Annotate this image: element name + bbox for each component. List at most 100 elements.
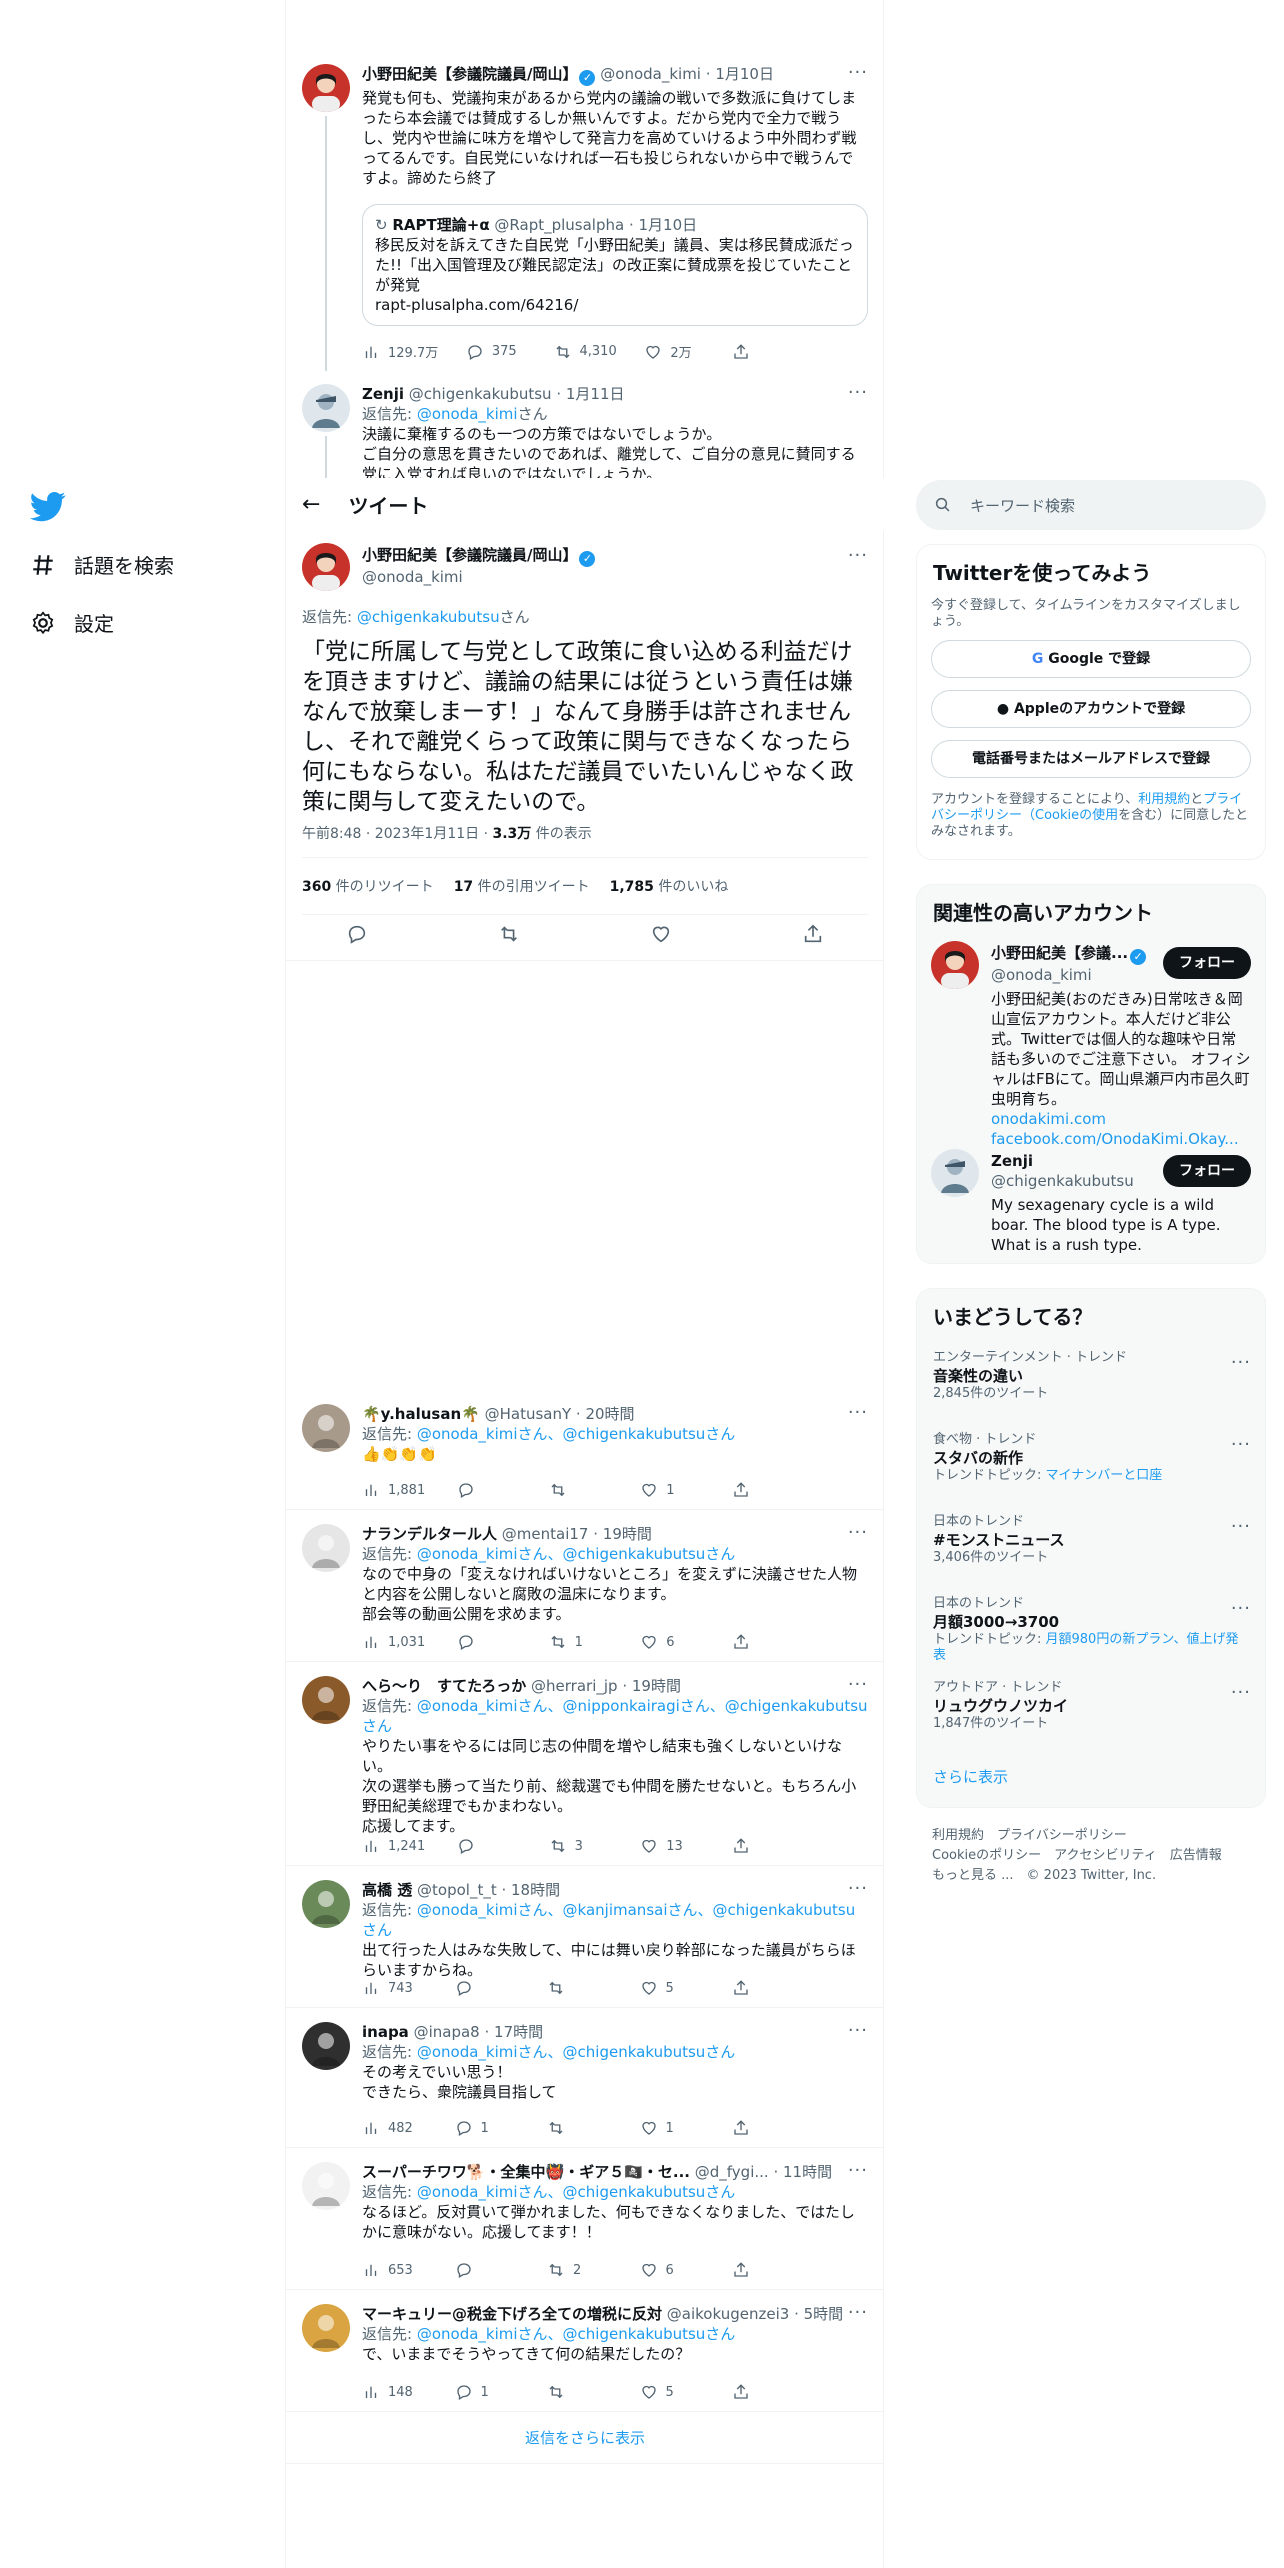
heart-icon[interactable] [650, 923, 672, 945]
more-options-icon[interactable]: ··· [848, 382, 868, 403]
reply-to-mentions[interactable]: @onoda_kimiさん、@kanjimansaiさん、@chigenkaku… [362, 1901, 855, 1939]
author-handle[interactable]: @d_fygi... [695, 2163, 769, 2181]
more-options-icon[interactable]: ··· [1231, 1516, 1251, 1537]
likes-stat[interactable]: 1,785 件のいいね [610, 876, 729, 896]
google-signup-button[interactable]: G Google で登録 [931, 640, 1251, 678]
quoted-tweet[interactable]: ↻ RAPT理論+α @Rapt_plusalpha · 1月10日 移民反対を… [362, 204, 868, 326]
follow-button[interactable]: フォロー [1163, 1155, 1251, 1187]
show-more-replies-button[interactable]: 返信をさらに表示 [286, 2412, 884, 2464]
retweet-button[interactable]: 1 [549, 1633, 609, 1651]
author-name[interactable]: スーパーチワワ🐕・全集中👹・ギア５🏴‍☠️・セ... [362, 2163, 690, 2181]
share-button[interactable] [732, 2383, 792, 2401]
quote-link[interactable]: rapt-plusalpha.com/64216/ [375, 295, 855, 315]
avatar[interactable] [302, 1524, 350, 1572]
tweet-time[interactable]: 17時間 [494, 2023, 543, 2041]
views-button[interactable]: 1,031 [362, 1633, 425, 1651]
more-options-icon[interactable]: ··· [848, 1878, 868, 1899]
share-button[interactable] [732, 1481, 792, 1499]
trend-topic[interactable]: マイナンバーと口座 [1046, 1468, 1163, 1483]
more-options-icon[interactable]: ··· [848, 2020, 868, 2041]
footer-privacy[interactable]: プライバシーポリシー [997, 1828, 1127, 1843]
search-box[interactable]: キーワード検索 [916, 480, 1266, 530]
more-options-icon[interactable]: ··· [848, 2160, 868, 2181]
avatar[interactable] [302, 1404, 350, 1452]
more-options-icon[interactable]: ··· [848, 1674, 868, 1695]
reply-button[interactable] [455, 2261, 515, 2279]
author-handle[interactable]: @topol_t_t [417, 1881, 497, 1899]
like-button[interactable]: 6 [640, 2261, 700, 2279]
reply-button[interactable] [457, 1837, 517, 1855]
avatar[interactable] [302, 384, 350, 432]
nav-explore[interactable]: 話題を検索 [30, 550, 174, 579]
avatar[interactable] [302, 1676, 350, 1724]
retweet-icon[interactable] [498, 923, 520, 945]
avatar[interactable] [931, 1149, 979, 1197]
share-button[interactable] [732, 342, 792, 361]
trend-item[interactable]: アウトドア · トレンド リュウグウノツカイ 1,847件のツイート ··· [917, 1672, 1265, 1754]
author-handle[interactable]: @onoda_kimi [600, 65, 701, 83]
trend-item[interactable]: 日本のトレンド #モンストニュース 3,406件のツイート ··· [917, 1506, 1265, 1588]
author-handle[interactable]: @HatusanY [485, 1405, 572, 1423]
footer-cookie[interactable]: Cookieのポリシー [932, 1848, 1041, 1863]
back-arrow-icon[interactable]: ← [302, 492, 320, 517]
retweet-button[interactable] [549, 1481, 609, 1499]
thread-tweet[interactable]: 小野田紀美【参議院議員/岡山】 ✓ @onoda_kimi · 1月10日 発覚も… [286, 52, 884, 371]
author-name[interactable]: Zenji [362, 385, 404, 403]
reply-to-mentions[interactable]: @onoda_kimiさん、@chigenkakubutsuさん [417, 1545, 735, 1563]
author-handle[interactable]: @onoda_kimi [362, 567, 595, 587]
trend-item[interactable]: 日本のトレンド 月額3000→3700 トレンドトピック: 月額980円の新プラン、… [917, 1588, 1265, 1672]
retweet-button[interactable] [547, 2383, 607, 2401]
thread-tweet[interactable]: Zenji @chigenkakubutsu · 1月11日 返信先: @ono… [286, 374, 884, 478]
more-options-icon[interactable]: ··· [848, 1522, 868, 1543]
retweet-button[interactable]: 2 [547, 2261, 607, 2279]
views-button[interactable]: 482 [362, 2119, 422, 2137]
apple-signup-button[interactable]: ● Appleのアカウントで登録 [931, 690, 1251, 728]
follow-button[interactable]: フォロー [1163, 947, 1251, 979]
tweet-time[interactable]: 19時間 [603, 1525, 652, 1543]
avatar[interactable] [931, 941, 979, 989]
reply-tweet[interactable]: マーキュリー@税金下げろ全ての増税に反対 @aikokugenzei3 · 5時… [286, 2294, 884, 2412]
like-button[interactable]: 6 [640, 1633, 700, 1651]
trend-item[interactable]: 食べ物 · トレンド スタバの新作 トレンドトピック: マイナンバーと口座 ··· [917, 1424, 1265, 1506]
tweet-time[interactable]: 1月10日 [715, 65, 774, 83]
author-name[interactable]: 🌴y.halusan🌴 [362, 1405, 480, 1423]
share-button[interactable] [732, 2261, 792, 2279]
more-options-icon[interactable]: ··· [848, 2302, 868, 2323]
reply-tweet[interactable]: へら～り すてたろっか @herrari_jp · 19時間 返信先: @onod… [286, 1666, 884, 1866]
reply-to-mentions[interactable]: @onoda_kimiさん、@chigenkakubutsuさん [417, 2183, 735, 2201]
author-name[interactable]: 小野田紀美【参議院議員/岡山】 [362, 546, 577, 564]
retweet-button[interactable]: 4,310 [554, 342, 617, 361]
avatar[interactable] [302, 2304, 350, 2352]
author-name[interactable]: ナランデルタール人 [362, 1525, 497, 1543]
trend-item[interactable]: エンターテインメント · トレンド 音楽性の違い 2,845件のツイート ··· [917, 1342, 1265, 1424]
reply-to-link[interactable]: @chigenkakubutsu [357, 608, 500, 626]
phone-signup-button[interactable]: 電話番号またはメールアドレスで登録 [931, 740, 1251, 778]
twitter-logo-icon[interactable] [29, 488, 66, 524]
reply-tweet[interactable]: スーパーチワワ🐕・全集中👹・ギア５🏴‍☠️・セ... @d_fygi... · … [286, 2152, 884, 2290]
retweet-button[interactable] [547, 2119, 607, 2137]
like-button[interactable]: 5 [640, 1979, 700, 1997]
views-button[interactable]: 653 [362, 2261, 422, 2279]
footer-terms[interactable]: 利用規約 [932, 1828, 984, 1843]
reply-tweet[interactable]: 🌴y.halusan🌴 @HatusanY · 20時間 返信先: @onoda_… [286, 1394, 884, 1510]
tweet-time[interactable]: 20時間 [585, 1405, 634, 1423]
account-link[interactable]: onodakimi.com [991, 1109, 1251, 1129]
reply-button[interactable]: 1 [455, 2383, 515, 2401]
author-name[interactable]: 小野田紀美【参議院議員/岡山】 [362, 65, 577, 83]
author-handle[interactable]: @herrari_jp [531, 1677, 618, 1695]
like-button[interactable]: 5 [640, 2383, 700, 2401]
reply-to-mentions[interactable]: @onoda_kimiさん、@chigenkakubutsuさん [417, 2043, 735, 2061]
like-button[interactable]: 2万 [644, 342, 704, 361]
more-options-icon[interactable]: ··· [1231, 1682, 1251, 1703]
tweet-time[interactable]: 18時間 [511, 1881, 560, 1899]
share-button[interactable] [732, 1837, 792, 1855]
reply-button[interactable]: 1 [455, 2119, 515, 2137]
avatar[interactable] [302, 1880, 350, 1928]
reply-button[interactable] [457, 1633, 517, 1651]
account-name[interactable]: 小野田紀美【参議... [991, 944, 1128, 962]
more-options-icon[interactable]: ··· [1231, 1352, 1251, 1373]
share-button[interactable] [732, 1979, 792, 1997]
author-name[interactable]: マーキュリー@税金下げろ全ての増税に反対 [362, 2305, 662, 2323]
reply-icon[interactable] [346, 923, 368, 945]
views-button[interactable]: 1,881 [362, 1481, 425, 1499]
